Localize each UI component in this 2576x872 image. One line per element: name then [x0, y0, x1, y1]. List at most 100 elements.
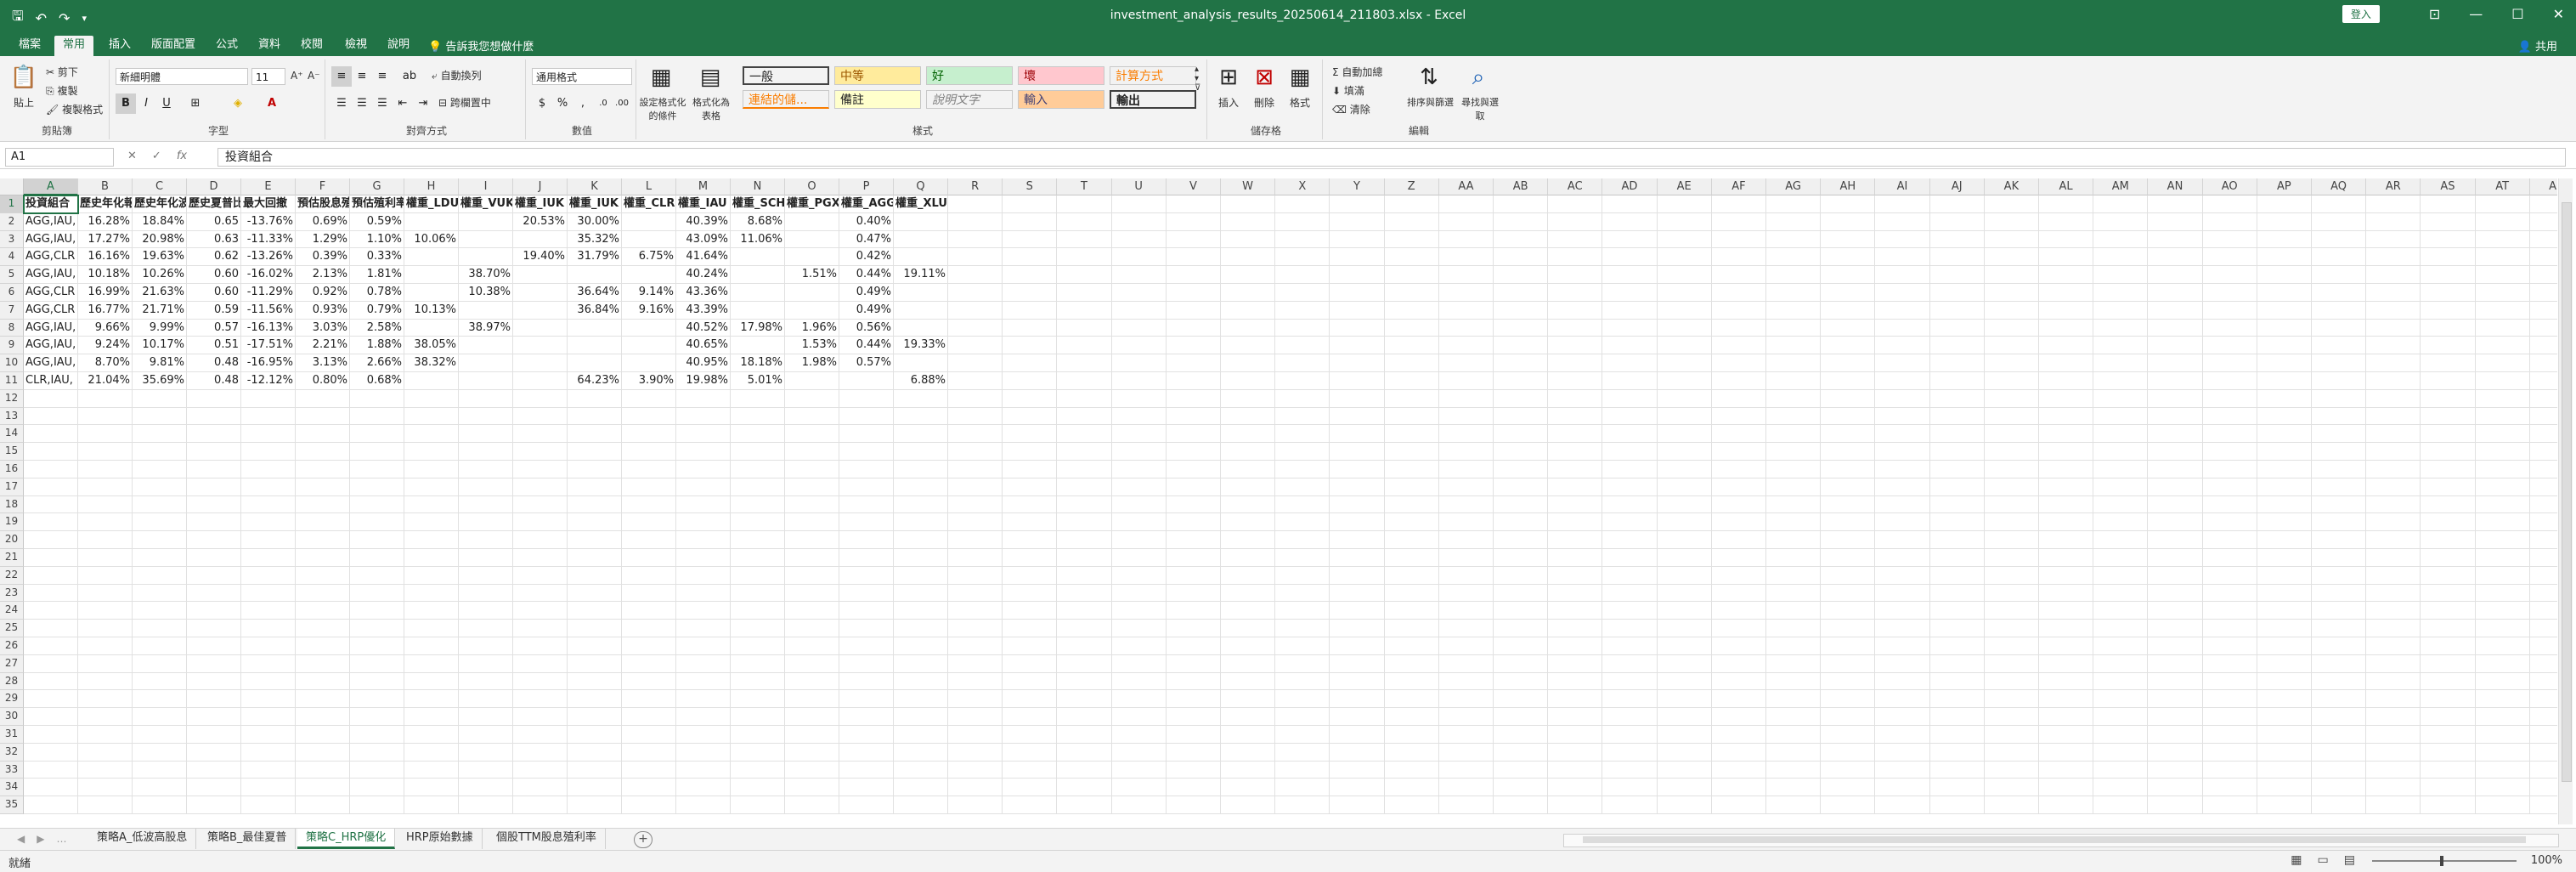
table-cell[interactable]: 43.39% [676, 301, 731, 320]
sheet-tab-hrp-raw[interactable]: HRP原始數據 [398, 829, 483, 849]
name-box[interactable]: A1 [5, 148, 114, 167]
delete-cells-icon[interactable]: ⊠ [1249, 63, 1280, 92]
row-header[interactable]: 19 [0, 513, 24, 532]
table-cell[interactable]: -11.56% [241, 301, 296, 320]
row-header[interactable]: 8 [0, 319, 24, 337]
table-cell[interactable]: AGG,IAU, [24, 266, 78, 284]
table-cell[interactable]: 0.65 [187, 212, 241, 231]
table-cell[interactable]: 0.68% [350, 372, 404, 390]
table-cell[interactable]: 0.57% [839, 354, 894, 372]
table-cell[interactable]: 43.09% [676, 230, 731, 249]
table-cell[interactable]: 3.90% [622, 372, 676, 390]
table-cell[interactable]: 0.69% [296, 212, 350, 231]
table-cell[interactable]: 10.17% [133, 337, 187, 355]
table-cell[interactable]: 20.53% [513, 212, 568, 231]
styles-more-icon[interactable]: ▴ ▾ ⊽ [1195, 65, 1200, 93]
table-cell[interactable]: 1.98% [785, 354, 839, 372]
tell-me-box[interactable]: 💡 告訴我您想做什麼 [428, 37, 534, 54]
column-header[interactable]: B [78, 178, 133, 195]
increase-indent-icon[interactable]: ⇥ [413, 93, 433, 114]
sort-filter-button[interactable]: 排序與篩選 [1407, 95, 1454, 109]
column-header[interactable]: D [187, 178, 241, 195]
header-cell[interactable]: 權重_PGX [785, 195, 839, 213]
table-cell[interactable]: 35.32% [568, 230, 622, 249]
cancel-icon[interactable]: ✕ [127, 150, 137, 162]
table-cell[interactable]: CLR,IAU, [24, 372, 78, 390]
column-header[interactable]: U [1111, 178, 1167, 195]
table-cell[interactable]: 0.63 [187, 230, 241, 249]
column-header[interactable]: X [1275, 178, 1330, 195]
prev-sheet-icon[interactable]: ◀ [17, 833, 25, 845]
column-header[interactable]: AI [1875, 178, 1930, 195]
row-header[interactable]: 21 [0, 549, 24, 567]
align-middle-icon[interactable]: ≡ [352, 66, 372, 87]
row-header[interactable]: 11 [0, 372, 24, 390]
table-cell[interactable]: 21.63% [133, 284, 187, 302]
row-header[interactable]: 6 [0, 284, 24, 302]
column-header[interactable]: A [24, 178, 78, 195]
close-button[interactable]: ✕ [2553, 6, 2564, 22]
table-cell[interactable]: 17.98% [731, 319, 785, 337]
row-header[interactable]: 31 [0, 726, 24, 744]
page-break-view-icon[interactable]: ▤ [2344, 853, 2355, 867]
table-cell[interactable]: 2.58% [350, 319, 404, 337]
header-cell[interactable]: 歷史年化波動 [133, 195, 187, 213]
table-cell[interactable]: 5.01% [731, 372, 785, 390]
table-cell[interactable]: 9.14% [622, 284, 676, 302]
table-cell[interactable]: 0.60 [187, 266, 241, 284]
align-top-icon[interactable]: ≡ [331, 66, 352, 87]
table-cell[interactable]: 0.80% [296, 372, 350, 390]
column-header[interactable]: AB [1494, 178, 1549, 195]
next-sheet-icon[interactable]: ▶ [37, 833, 44, 845]
align-left-icon[interactable]: ☰ [331, 93, 352, 114]
table-cell[interactable]: 0.44% [839, 337, 894, 355]
column-header[interactable]: AF [1711, 178, 1766, 195]
vertical-scrollbar[interactable] [2558, 178, 2573, 824]
grow-font-icon[interactable]: A⁺ [291, 70, 303, 82]
row-header[interactable]: 7 [0, 301, 24, 320]
table-cell[interactable]: 0.48 [187, 354, 241, 372]
horizontal-scroll-thumb[interactable] [1583, 836, 2526, 843]
table-cell[interactable]: AGG,IAU, [24, 337, 78, 355]
select-all-corner[interactable] [0, 178, 24, 195]
table-cell[interactable]: -16.95% [241, 354, 296, 372]
row-header[interactable]: 3 [0, 230, 24, 249]
header-cell[interactable]: 歷史夏普比率 [187, 195, 241, 213]
table-cell[interactable]: -16.13% [241, 319, 296, 337]
format-painter-button[interactable]: 🖌 複製格式 [46, 102, 103, 116]
table-cell[interactable]: 9.99% [133, 319, 187, 337]
table-cell[interactable]: 9.81% [133, 354, 187, 372]
number-format-select[interactable]: 通用格式 [532, 68, 632, 85]
more-sheets-icon[interactable]: … [56, 833, 66, 845]
table-cell[interactable]: AGG,CLR [24, 301, 78, 320]
style-bad[interactable]: 壞 [1018, 66, 1104, 85]
column-header[interactable]: AE [1657, 178, 1712, 195]
table-cell[interactable]: 16.16% [78, 248, 133, 267]
format-cells-icon[interactable]: ▦ [1285, 63, 1315, 92]
table-cell[interactable]: 10.13% [404, 301, 459, 320]
table-cell[interactable]: 3.03% [296, 319, 350, 337]
table-cell[interactable]: 18.18% [731, 354, 785, 372]
column-header[interactable]: K [568, 178, 622, 195]
table-cell[interactable]: -11.33% [241, 230, 296, 249]
table-cell[interactable]: 1.81% [350, 266, 404, 284]
column-header[interactable]: AH [1821, 178, 1876, 195]
style-explanatory[interactable]: 說明文字 [926, 90, 1013, 109]
font-color-icon[interactable]: A [262, 93, 282, 114]
font-name-select[interactable]: 新細明體 [116, 68, 248, 85]
table-cell[interactable]: 36.84% [568, 301, 622, 320]
autosum-button[interactable]: Σ 自動加總 [1332, 65, 1382, 79]
column-header[interactable]: AJ [1929, 178, 1985, 195]
table-cell[interactable]: 21.71% [133, 301, 187, 320]
table-cell[interactable]: 2.66% [350, 354, 404, 372]
sheet-tab-strategy-c[interactable]: 策略C_HRP優化 [297, 829, 396, 849]
header-cell[interactable]: 歷史年化報酬 [78, 195, 133, 213]
header-cell[interactable]: 權重_LDU [404, 195, 459, 213]
underline-button[interactable]: U [156, 93, 177, 114]
table-cell[interactable]: 19.11% [894, 266, 948, 284]
column-header[interactable]: AC [1548, 178, 1603, 195]
table-cell[interactable]: AGG,IAU, [24, 319, 78, 337]
table-cell[interactable]: 38.70% [459, 266, 513, 284]
table-cell[interactable]: 19.40% [513, 248, 568, 267]
format-cells-button[interactable]: 格式 [1290, 95, 1310, 110]
